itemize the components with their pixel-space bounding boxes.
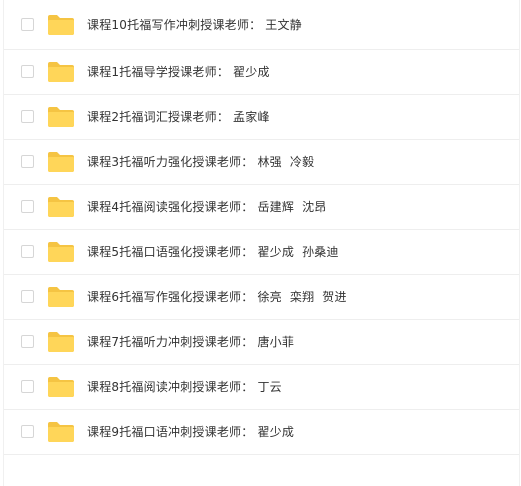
- row-checkbox[interactable]: [21, 425, 34, 438]
- file-name[interactable]: 课程2托福词汇授课老师： 孟家峰: [87, 109, 270, 125]
- list-item[interactable]: 课程8托福阅读冲刺授课老师： 丁云: [4, 365, 519, 410]
- file-name[interactable]: 课程7托福听力冲刺授课老师： 唐小菲: [87, 334, 294, 350]
- list-item[interactable]: 课程3托福听力强化授课老师： 林强 冷毅: [4, 140, 519, 185]
- file-name[interactable]: 课程5托福口语强化授课老师： 翟少成 孙桑迪: [87, 244, 339, 260]
- row-checkbox[interactable]: [21, 17, 34, 31]
- file-name[interactable]: 课程4托福阅读强化授课老师： 岳建辉 沈昂: [87, 199, 326, 215]
- row-checkbox[interactable]: [21, 155, 34, 168]
- row-checkbox[interactable]: [21, 335, 34, 348]
- folder-icon: [48, 287, 74, 307]
- list-item[interactable]: 课程9托福口语冲刺授课老师： 翟少成: [4, 410, 519, 455]
- list-item[interactable]: 课程6托福写作强化授课老师： 徐亮 栾翔 贺进: [4, 275, 519, 320]
- file-name[interactable]: 课程3托福听力强化授课老师： 林强 冷毅: [87, 154, 314, 170]
- folder-icon: [48, 332, 74, 352]
- list-item[interactable]: 课程5托福口语强化授课老师： 翟少成 孙桑迪: [4, 230, 519, 275]
- file-name[interactable]: 课程9托福口语冲刺授课老师： 翟少成: [87, 424, 294, 440]
- file-name[interactable]: 课程8托福阅读冲刺授课老师： 丁云: [87, 379, 282, 395]
- file-name[interactable]: 课程6托福写作强化授课老师： 徐亮 栾翔 贺进: [87, 289, 347, 305]
- file-list: 课程10托福写作冲刺授课老师： 王文静 课程1托福导学授课老师： 翟少成 课程2…: [3, 0, 520, 486]
- list-item[interactable]: 课程10托福写作冲刺授课老师： 王文静: [4, 0, 519, 50]
- list-item[interactable]: 课程2托福词汇授课老师： 孟家峰: [4, 95, 519, 140]
- row-checkbox[interactable]: [21, 290, 34, 303]
- folder-icon: [48, 107, 74, 127]
- folder-icon: [48, 62, 74, 82]
- list-item[interactable]: 课程7托福听力冲刺授课老师： 唐小菲: [4, 320, 519, 365]
- folder-icon: [48, 152, 74, 172]
- list-item[interactable]: 课程4托福阅读强化授课老师： 岳建辉 沈昂: [4, 185, 519, 230]
- folder-icon: [48, 422, 74, 442]
- row-checkbox[interactable]: [21, 380, 34, 393]
- folder-icon: [48, 197, 74, 217]
- file-name[interactable]: 课程10托福写作冲刺授课老师： 王文静: [87, 17, 302, 33]
- file-name[interactable]: 课程1托福导学授课老师： 翟少成: [87, 64, 270, 80]
- folder-icon: [48, 14, 74, 35]
- row-checkbox[interactable]: [21, 110, 34, 123]
- row-checkbox[interactable]: [21, 65, 34, 78]
- folder-icon: [48, 242, 74, 262]
- row-checkbox[interactable]: [21, 245, 34, 258]
- folder-icon: [48, 377, 74, 397]
- row-checkbox[interactable]: [21, 200, 34, 213]
- list-item[interactable]: 课程1托福导学授课老师： 翟少成: [4, 50, 519, 95]
